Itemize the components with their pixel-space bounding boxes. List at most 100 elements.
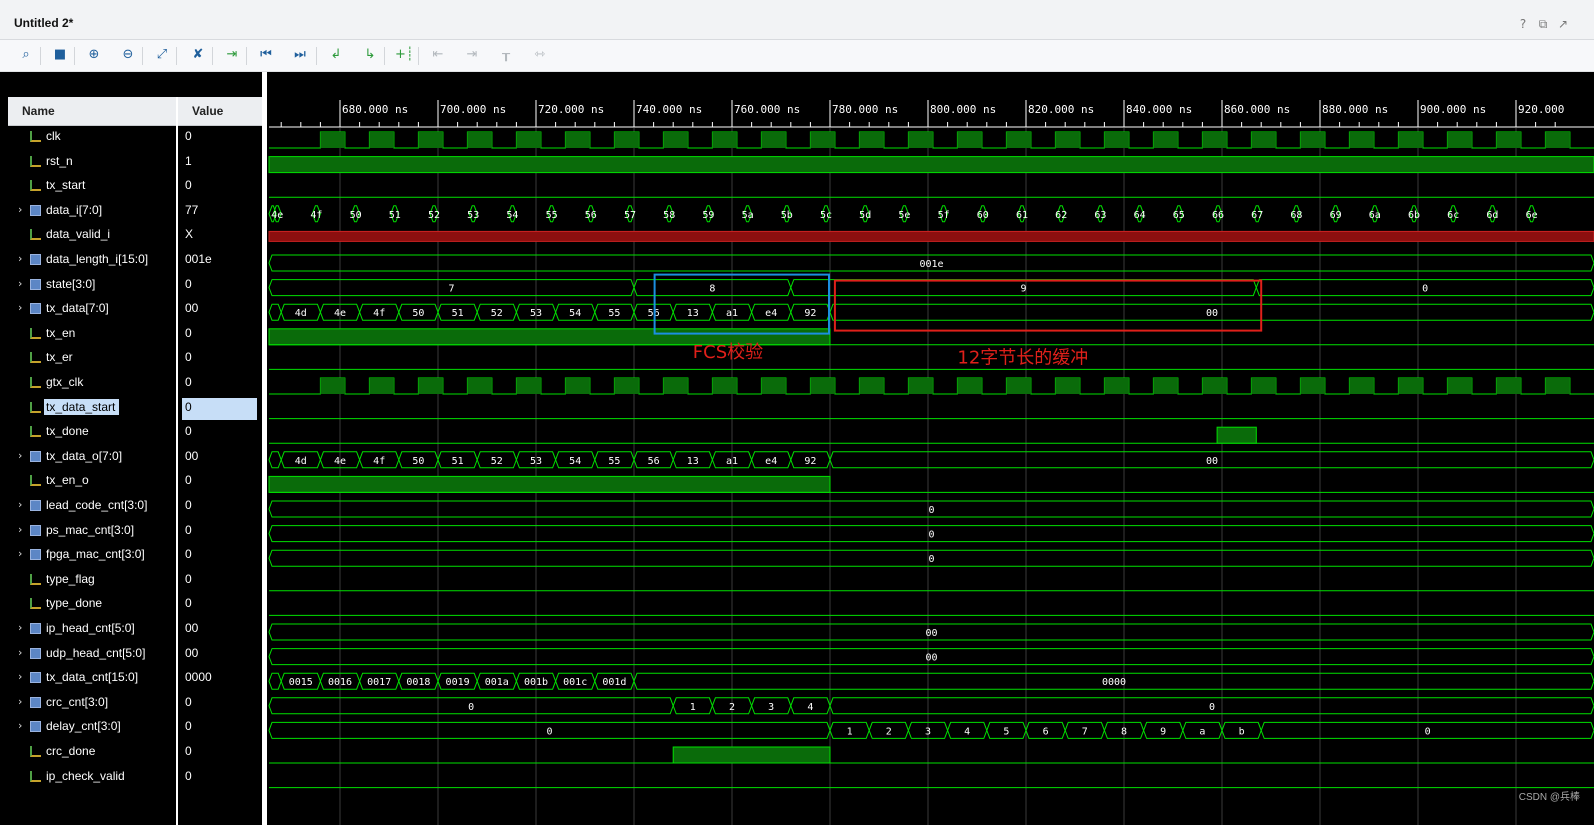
- expand-chevron-icon[interactable]: ›: [18, 695, 22, 708]
- signal-row[interactable]: › ps_mac_cnt[3:0] 0: [8, 520, 262, 544]
- signal-name[interactable]: ip_check_valid: [46, 769, 125, 783]
- bus-signal-icon: [30, 450, 41, 462]
- signal-name[interactable]: crc_done: [46, 744, 95, 758]
- bus-value-label: 4: [807, 702, 813, 713]
- signal-row[interactable]: tx_en_o 0: [8, 470, 262, 494]
- signal-name[interactable]: clk: [46, 129, 61, 143]
- signal-row[interactable]: ip_check_valid 0: [8, 766, 262, 790]
- bus-value-label: 65: [1173, 210, 1185, 221]
- expand-chevron-icon[interactable]: ›: [18, 498, 22, 511]
- clock-high: [1300, 132, 1325, 148]
- zoom-fit-icon[interactable]: ⤢: [153, 46, 171, 64]
- expand-chevron-icon[interactable]: ›: [18, 646, 22, 659]
- signal-row[interactable]: crc_done 0: [8, 741, 262, 765]
- signal-name[interactable]: tx_en: [46, 326, 75, 340]
- signal-row[interactable]: tx_start 0: [8, 175, 262, 199]
- signal-name[interactable]: tx_data[7:0]: [46, 301, 109, 315]
- signal-row[interactable]: clk 0: [8, 126, 262, 150]
- signal-row[interactable]: type_flag 0: [8, 569, 262, 593]
- signal-name[interactable]: ps_mac_cnt[3:0]: [46, 523, 134, 537]
- bus-value-label: 001b: [524, 677, 548, 688]
- name-column-header[interactable]: Name: [22, 104, 55, 118]
- signal-name[interactable]: gtx_clk: [46, 375, 83, 389]
- signal-row[interactable]: data_valid_i X: [8, 224, 262, 248]
- signal-row[interactable]: › data_i[7:0] 77: [8, 200, 262, 224]
- signal-name[interactable]: data_length_i[15:0]: [46, 252, 148, 266]
- previous-transition-icon[interactable]: ↲: [327, 46, 345, 64]
- signal-row[interactable]: › tx_data[7:0] 00: [8, 298, 262, 322]
- signal-name[interactable]: fpga_mac_cnt[3:0]: [46, 547, 145, 561]
- bus-value-label: 59: [702, 210, 714, 221]
- expand-chevron-icon[interactable]: ›: [18, 301, 22, 314]
- signal-name[interactable]: tx_data_start: [44, 398, 120, 415]
- signal-name[interactable]: tx_data_o[7:0]: [46, 449, 122, 463]
- signal-name[interactable]: tx_er: [46, 350, 73, 364]
- add-marker-icon[interactable]: +┊: [395, 46, 414, 64]
- expand-chevron-icon[interactable]: ›: [18, 621, 22, 634]
- signal-name[interactable]: data_valid_i: [46, 227, 110, 241]
- waveform-canvas[interactable]: 680.000 ns 700.000 ns 720.000 ns 740.000 ns…: [267, 72, 1594, 825]
- clock-high: [663, 132, 688, 148]
- expand-chevron-icon[interactable]: ›: [18, 203, 22, 216]
- signal-name[interactable]: type_flag: [46, 572, 95, 586]
- bus-value-label: 13: [687, 456, 699, 467]
- signal-name[interactable]: ip_head_cnt[5:0]: [46, 621, 135, 635]
- signal-row[interactable]: rst_n 1: [8, 151, 262, 175]
- cursor-snap-icon[interactable]: ✘: [189, 46, 207, 64]
- signal-row[interactable]: › crc_cnt[3:0] 0: [8, 692, 262, 716]
- save-icon[interactable]: ■: [51, 46, 69, 64]
- expand-chevron-icon[interactable]: ›: [18, 670, 22, 683]
- signal-row[interactable]: tx_er 0: [8, 347, 262, 371]
- signal-name[interactable]: delay_cnt[3:0]: [46, 719, 121, 733]
- zoom-out-icon[interactable]: ⊖: [119, 46, 137, 64]
- signal-name[interactable]: data_i[7:0]: [46, 203, 102, 217]
- bus-value-label: 55: [608, 308, 620, 319]
- expand-chevron-icon[interactable]: ›: [18, 719, 22, 732]
- restore-icon[interactable]: ⧉: [1536, 17, 1550, 31]
- signal-name[interactable]: crc_cnt[3:0]: [46, 695, 108, 709]
- bus-value-label: 56: [648, 308, 660, 319]
- expand-chevron-icon[interactable]: ›: [18, 547, 22, 560]
- help-icon[interactable]: ?: [1516, 17, 1530, 31]
- signal-row[interactable]: gtx_clk 0: [8, 372, 262, 396]
- clock-high: [418, 132, 443, 148]
- value-column-header[interactable]: Value: [192, 104, 223, 118]
- signal-value: 0: [185, 694, 192, 709]
- expand-chevron-icon[interactable]: ›: [18, 523, 22, 536]
- expand-chevron-icon[interactable]: ›: [18, 277, 22, 290]
- signal-name[interactable]: udp_head_cnt[5:0]: [46, 646, 145, 660]
- expand-chevron-icon[interactable]: ›: [18, 252, 22, 265]
- search-icon[interactable]: ⌕: [17, 46, 35, 64]
- signal-row[interactable]: type_done 0: [8, 593, 262, 617]
- signal-name[interactable]: tx_done: [46, 424, 89, 438]
- signal-name[interactable]: tx_en_o: [46, 473, 89, 487]
- signal-name[interactable]: lead_code_cnt[3:0]: [46, 498, 147, 512]
- signal-name[interactable]: tx_data_cnt[15:0]: [46, 670, 138, 684]
- signal-row[interactable]: › fpga_mac_cnt[3:0] 0: [8, 544, 262, 568]
- signal-row[interactable]: › lead_code_cnt[3:0] 0: [8, 495, 262, 519]
- signal-name[interactable]: tx_start: [46, 178, 85, 192]
- signal-row[interactable]: › data_length_i[15:0] 001e: [8, 249, 262, 273]
- bus-value-label: 8: [709, 284, 715, 295]
- next-transition-icon[interactable]: ↳: [361, 46, 379, 64]
- signal-row[interactable]: tx_done 0: [8, 421, 262, 445]
- signal-row[interactable]: › ip_head_cnt[5:0] 00: [8, 618, 262, 642]
- signal-name[interactable]: type_done: [46, 596, 102, 610]
- signal-row[interactable]: › udp_head_cnt[5:0] 00: [8, 643, 262, 667]
- signal-value: 0: [185, 768, 192, 783]
- signal-name[interactable]: rst_n: [46, 154, 73, 168]
- go-to-start-icon[interactable]: ⏮: [257, 46, 275, 64]
- maximize-icon[interactable]: ↗: [1556, 17, 1570, 31]
- signal-row[interactable]: tx_data_start 0: [8, 397, 262, 421]
- go-to-time-icon[interactable]: ⇥: [223, 46, 241, 64]
- signal-name[interactable]: state[3:0]: [46, 277, 95, 291]
- signal-row[interactable]: › state[3:0] 0: [8, 274, 262, 298]
- signal-row[interactable]: tx_en 0: [8, 323, 262, 347]
- zoom-in-icon[interactable]: ⊕: [85, 46, 103, 64]
- signal-row[interactable]: › tx_data_o[7:0] 00: [8, 446, 262, 470]
- signal-row[interactable]: › delay_cnt[3:0] 0: [8, 716, 262, 740]
- go-to-end-icon[interactable]: ⏭: [291, 46, 309, 64]
- signal-value: 0: [185, 596, 192, 611]
- signal-row[interactable]: › tx_data_cnt[15:0] 0000: [8, 667, 262, 691]
- expand-chevron-icon[interactable]: ›: [18, 449, 22, 462]
